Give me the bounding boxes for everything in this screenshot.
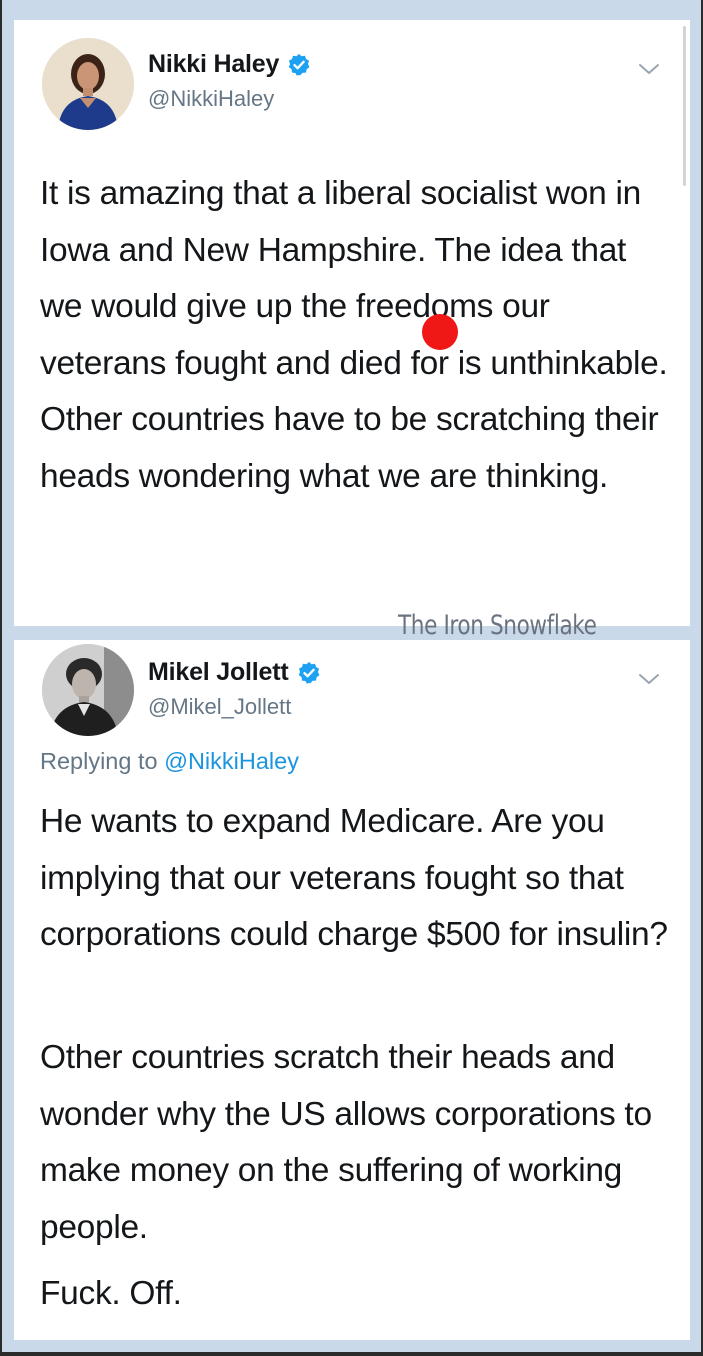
verified-badge-icon	[289, 53, 310, 76]
author-name[interactable]: Nikki Haley	[148, 50, 279, 79]
avatar-portrait-icon	[42, 38, 134, 130]
author-row: Nikki Haley	[148, 50, 311, 79]
tweet-text: It is amazing that a liberal socialist w…	[40, 175, 668, 495]
replying-to-line: Replying to @NikkiHaley	[40, 748, 299, 775]
verified-badge-icon	[298, 661, 319, 684]
replying-mention-link[interactable]: @NikkiHaley	[164, 748, 299, 774]
screenshot-frame: Nikki Haley @NikkiHaley It is amazing th…	[0, 0, 703, 1356]
chevron-down-icon[interactable]	[638, 62, 660, 76]
tweet-card-nikki-haley[interactable]: Nikki Haley @NikkiHaley It is amazing th…	[14, 20, 690, 626]
scrollbar[interactable]	[683, 26, 686, 186]
tweet-card-mikel-jollett[interactable]: Mikel Jollett @Mikel_Jollett Replying to…	[14, 640, 690, 1340]
avatar[interactable]	[42, 38, 134, 130]
author-handle[interactable]: @Mikel_Jollett	[148, 694, 291, 720]
author-handle[interactable]: @NikkiHaley	[148, 86, 274, 112]
watermark-text: The Iron Snowflake	[398, 610, 597, 641]
replying-prefix: Replying to	[40, 748, 165, 774]
author-name[interactable]: Mikel Jollett	[148, 658, 289, 687]
chevron-down-icon[interactable]	[638, 672, 660, 686]
red-marker-dot	[422, 314, 458, 350]
reply-text-paragraph: He wants to expand Medicare. Are you imp…	[40, 803, 668, 953]
author-row: Mikel Jollett	[148, 658, 321, 687]
reply-text-paragraph: Other countries scratch their heads and …	[40, 1039, 652, 1246]
avatar-portrait-icon	[42, 644, 134, 736]
reply-text-paragraph: Fuck. Off.	[40, 1275, 182, 1312]
avatar[interactable]	[42, 644, 134, 736]
